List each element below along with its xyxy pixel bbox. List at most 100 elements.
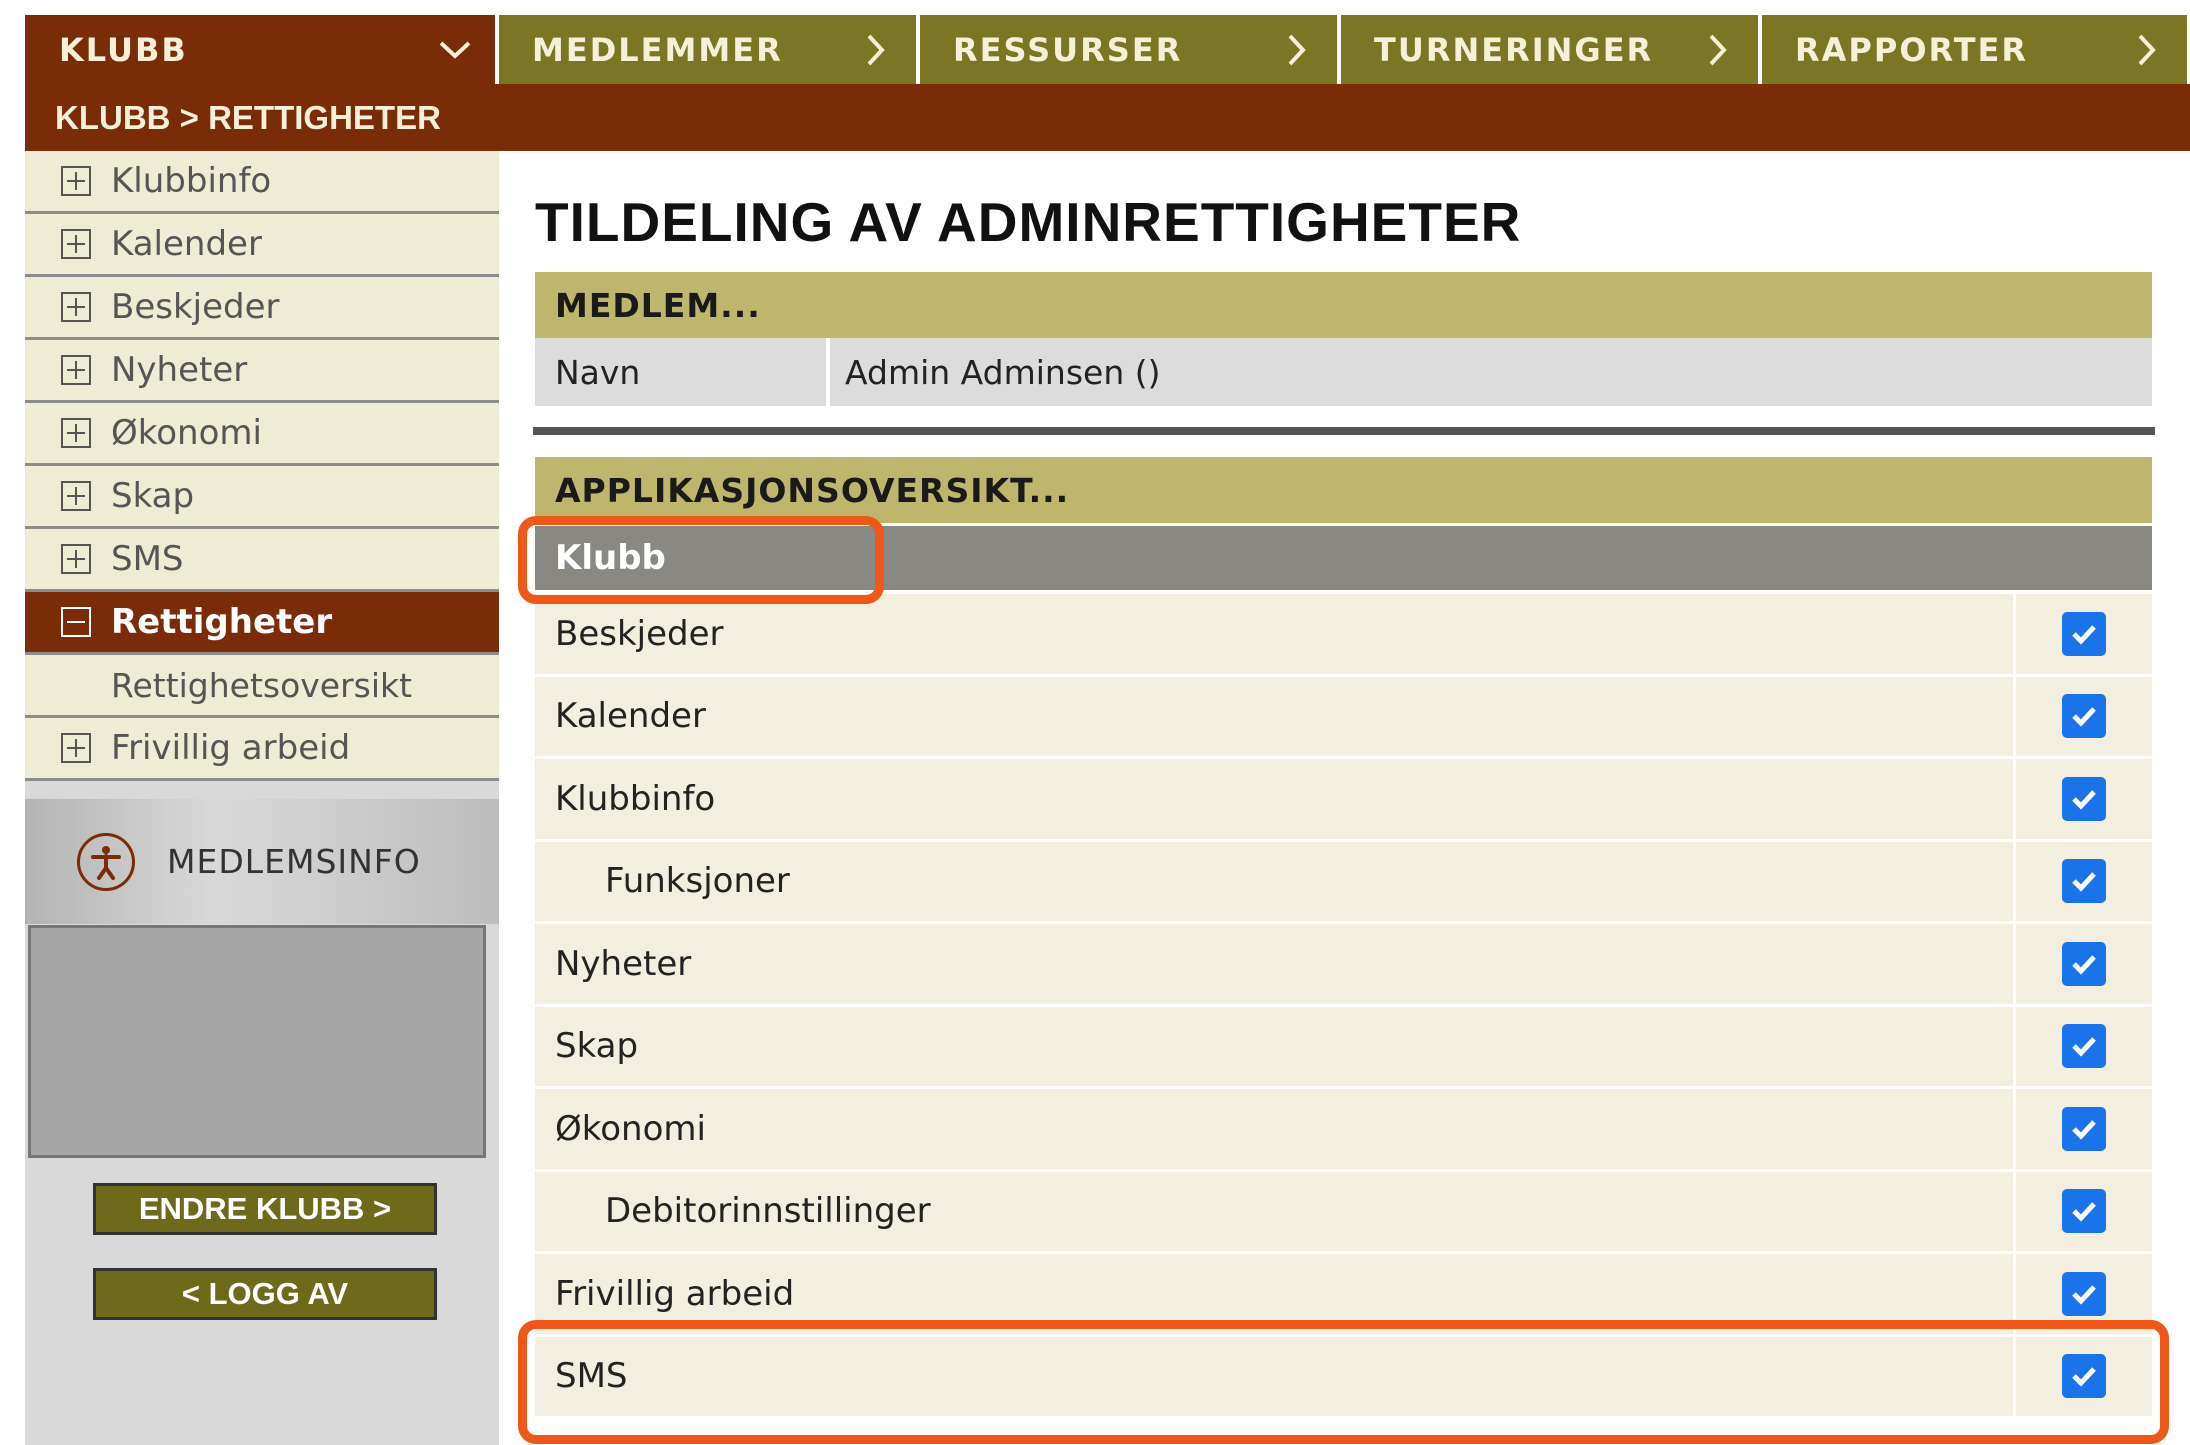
member-section-heading: MEDLEM... [535, 272, 2152, 338]
sidebar-item-label: Nyheter [111, 350, 248, 390]
permission-label: Økonomi [535, 1089, 2013, 1169]
medlemsinfo-header: MEDLEMSINFO [25, 799, 499, 924]
sidebar-item-beskjeder[interactable]: Beskjeder [25, 277, 499, 340]
permission-label: SMS [535, 1336, 2013, 1416]
sidebar-item-label: Rettigheter [111, 602, 333, 642]
expand-plus-icon [61, 544, 91, 574]
checkmark-icon [2062, 1189, 2106, 1234]
permission-row: Kalender [535, 676, 2152, 759]
sidebar-item-frivillig-arbeid[interactable]: Frivillig arbeid [25, 718, 499, 781]
chevron-right-icon [1277, 30, 1317, 70]
permission-checkbox[interactable] [2013, 1006, 2152, 1086]
expand-plus-icon [61, 166, 91, 196]
permission-label: Nyheter [535, 924, 2013, 1004]
sidebar-item-label: SMS [111, 539, 184, 579]
app-overview-heading: APPLIKASJONSOVERSIKT... [535, 457, 2152, 523]
expand-plus-icon [61, 292, 91, 322]
expand-plus-icon [61, 481, 91, 511]
expand-plus-icon [61, 733, 91, 763]
nav-klubb[interactable]: KLUBB [25, 15, 499, 84]
member-info-panel [28, 925, 486, 1158]
sidebar-item-label: Rettighetsoversikt [111, 665, 413, 705]
checkmark-icon [2062, 941, 2106, 986]
permission-label: Frivillig arbeid [535, 1254, 2013, 1334]
top-navigation: KLUBB MEDLEMMER RESSURSER TURNERINGER RA… [25, 15, 2190, 84]
permission-label: Funksjoner [535, 841, 2013, 921]
sidebar-item-label: Økonomi [111, 413, 262, 453]
chevron-down-icon [435, 30, 475, 70]
expand-plus-icon [61, 355, 91, 385]
checkmark-icon [2062, 1354, 2106, 1399]
permission-checkbox[interactable] [2013, 759, 2152, 839]
nav-rapporter[interactable]: RAPPORTER [1762, 15, 2187, 84]
permission-row: Nyheter [535, 924, 2152, 1007]
group-header-klubb: Klubb [535, 526, 2152, 590]
nav-rapporter-label: RAPPORTER [1795, 30, 2029, 69]
collapse-minus-icon [61, 607, 91, 637]
checkmark-icon [2062, 776, 2106, 821]
expand-plus-icon [61, 229, 91, 259]
logout-button[interactable]: < LOGG AV [93, 1268, 437, 1320]
expand-plus-icon [61, 418, 91, 448]
sidebar-item-sms[interactable]: SMS [25, 529, 499, 592]
sidebar-item-kalender[interactable]: Kalender [25, 214, 499, 277]
permission-row: Frivillig arbeid [535, 1254, 2152, 1337]
nav-turneringer-label: TURNERINGER [1374, 30, 1654, 69]
nav-turneringer[interactable]: TURNERINGER [1341, 15, 1762, 84]
permission-label: Debitorinnstillinger [535, 1171, 2013, 1251]
permission-label: Beskjeder [535, 594, 2013, 674]
checkmark-icon [2062, 694, 2106, 739]
sidebar-item-label: Beskjeder [111, 287, 280, 327]
member-name-label: Navn [535, 338, 830, 406]
nav-ressurser-label: RESSURSER [953, 30, 1183, 69]
page-title: TILDELING AV ADMINRETTIGHETER [535, 191, 1522, 253]
permission-row: Beskjeder [535, 594, 2152, 677]
breadcrumb-text: KLUBB > RETTIGHETER [55, 98, 441, 136]
member-name-value: Admin Adminsen () [830, 338, 2152, 406]
checkmark-icon [2062, 611, 2106, 656]
permission-checkbox[interactable] [2013, 1336, 2152, 1416]
permission-row: Skap [535, 1006, 2152, 1089]
sidebar-subitem-rettighetsoversikt[interactable]: Rettighetsoversikt [25, 655, 499, 718]
permission-row: SMS [535, 1336, 2152, 1419]
chevron-right-icon [1698, 30, 1738, 70]
sidebar-item-label: Kalender [111, 224, 262, 264]
permission-checkbox[interactable] [2013, 924, 2152, 1004]
permission-checkbox[interactable] [2013, 1089, 2152, 1169]
checkmark-icon [2062, 859, 2106, 904]
permission-label: Klubbinfo [535, 759, 2013, 839]
nav-ressurser[interactable]: RESSURSER [920, 15, 1341, 84]
permission-row: Klubbinfo [535, 759, 2152, 842]
group-label: Klubb [555, 538, 666, 578]
permission-checkbox[interactable] [2013, 594, 2152, 674]
sidebar-item-klubbinfo[interactable]: Klubbinfo [25, 151, 499, 214]
permission-checkbox[interactable] [2013, 676, 2152, 756]
sidebar-item-okonomi[interactable]: Økonomi [25, 403, 499, 466]
sidebar-item-label: Klubbinfo [111, 161, 272, 201]
sidebar: Klubbinfo Kalender Beskjeder Nyheter Øko… [25, 151, 499, 1445]
sidebar-item-rettigheter[interactable]: Rettigheter [25, 592, 499, 655]
permission-row: Debitorinnstillinger [535, 1171, 2152, 1254]
sidebar-item-label: Skap [111, 476, 195, 516]
sidebar-item-skap[interactable]: Skap [25, 466, 499, 529]
section-divider [533, 427, 2155, 435]
permission-label: Skap [535, 1006, 2013, 1086]
permission-checkbox[interactable] [2013, 841, 2152, 921]
medlemsinfo-label: MEDLEMSINFO [167, 842, 421, 881]
nav-klubb-label: KLUBB [59, 30, 188, 69]
checkmark-icon [2062, 1024, 2106, 1069]
chevron-right-icon [856, 30, 896, 70]
chevron-right-icon [2127, 30, 2167, 70]
checkmark-icon [2062, 1271, 2106, 1316]
permission-checkbox[interactable] [2013, 1171, 2152, 1251]
sidebar-item-label: Frivillig arbeid [111, 728, 351, 768]
permission-row: Funksjoner [535, 841, 2152, 924]
member-name-row: Navn Admin Adminsen () [535, 338, 2152, 406]
nav-medlemmer[interactable]: MEDLEMMER [499, 15, 920, 84]
change-club-button[interactable]: ENDRE KLUBB > [93, 1183, 437, 1235]
permission-label: Kalender [535, 676, 2013, 756]
nav-medlemmer-label: MEDLEMMER [532, 30, 783, 69]
breadcrumb: KLUBB > RETTIGHETER [25, 84, 2190, 151]
sidebar-item-nyheter[interactable]: Nyheter [25, 340, 499, 403]
permission-checkbox[interactable] [2013, 1254, 2152, 1334]
